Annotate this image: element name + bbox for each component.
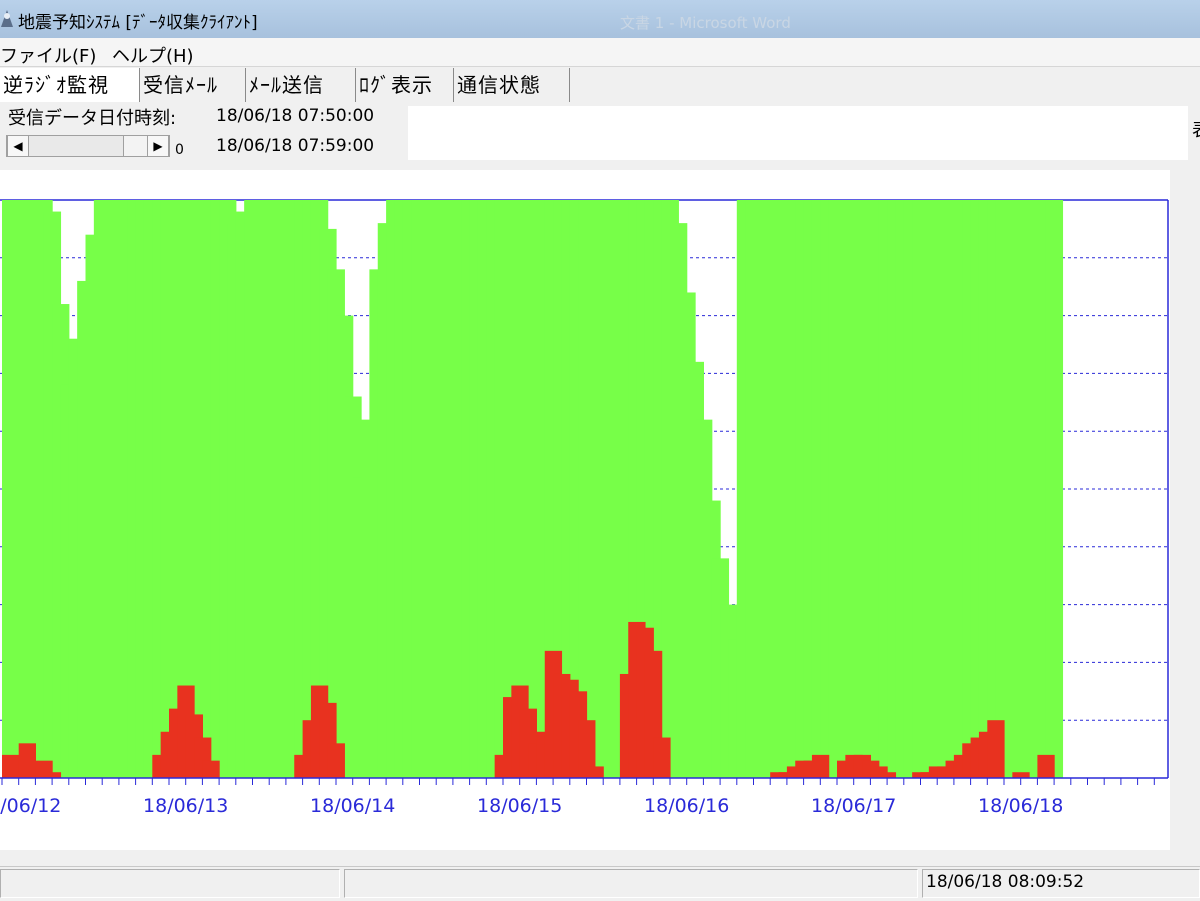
scroll-left-button[interactable]: ◀ bbox=[7, 136, 29, 156]
info-box bbox=[408, 106, 1188, 160]
scroll-thumb[interactable] bbox=[123, 136, 149, 156]
chart-panel: 18/06/12 18/06/13 18/06/14 18/06/15 18/06/16… bbox=[0, 170, 1170, 850]
edge-label: 表 bbox=[1192, 116, 1200, 142]
green-column bbox=[1045, 200, 1064, 778]
menu-file[interactable]: ファイル(F) bbox=[0, 42, 96, 68]
monitor-chart: 18/06/12 18/06/13 18/06/14 18/06/15 18/06/16… bbox=[0, 199, 1169, 817]
red-column bbox=[878, 772, 897, 778]
time-scrollbar[interactable]: ◀ ▶ bbox=[6, 135, 170, 157]
menu-help[interactable]: ヘルプ(H) bbox=[112, 42, 194, 68]
x-tick-label: 18/06/17 bbox=[811, 795, 896, 817]
tab-label: 逆ﾗｼﾞｵ監視 bbox=[3, 73, 109, 97]
red-column bbox=[653, 737, 671, 778]
tab-label: ﾒｰﾙ送信 bbox=[249, 73, 324, 97]
status-cell-2 bbox=[344, 869, 918, 898]
tab-label: 受信ﾒｰﾙ bbox=[143, 73, 218, 97]
x-tick-label: 18/06/13 bbox=[143, 795, 228, 817]
window-title: 地震予知ｼｽﾃﾑ [ﾃﾞｰﾀ収集ｸﾗｲｱﾝﾄ] bbox=[18, 13, 258, 33]
title-bar: 地震予知ｼｽﾃﾑ [ﾃﾞｰﾀ収集ｸﾗｲｱﾝﾄ] 文書 1 - Microsoft… bbox=[0, 0, 1200, 38]
tab-label: 通信状態 bbox=[457, 73, 541, 97]
status-time: 18/06/18 08:09:52 bbox=[926, 872, 1085, 892]
green-column bbox=[18, 200, 36, 778]
red-column bbox=[202, 760, 220, 778]
tab-comm-status[interactable]: 通信状態 bbox=[454, 68, 570, 102]
received-date-label: 受信データ日付時刻: bbox=[8, 108, 177, 129]
scroll-value: 0 bbox=[175, 142, 184, 158]
red-column bbox=[18, 743, 36, 778]
red-column bbox=[1037, 754, 1055, 778]
tab-received-mail[interactable]: 受信ﾒｰﾙ bbox=[140, 68, 246, 102]
red-column bbox=[327, 743, 345, 778]
background-window-title: 文書 1 - Microsoft Word bbox=[620, 14, 791, 32]
arrow-right-icon: ▶ bbox=[153, 139, 163, 153]
x-tick-label: 18/06/15 bbox=[477, 795, 562, 817]
tab-label: ﾛｸﾞ表示 bbox=[359, 73, 433, 97]
red-column bbox=[2, 754, 20, 778]
x-tick-label: 18/06/16 bbox=[644, 795, 729, 817]
arrow-left-icon: ◀ bbox=[13, 139, 23, 153]
red-column bbox=[43, 772, 62, 778]
scroll-right-button[interactable]: ▶ bbox=[147, 136, 169, 156]
date-start-value: 18/06/18 07:50:00 bbox=[216, 106, 375, 126]
tab-log-view[interactable]: ﾛｸﾞ表示 bbox=[356, 68, 454, 102]
x-tick-label: 18/06/14 bbox=[310, 795, 395, 817]
tab-reverse-radio-monitor[interactable]: 逆ﾗｼﾞｵ監視 bbox=[0, 68, 140, 104]
red-column bbox=[586, 766, 604, 778]
date-end-value: 18/06/18 07:59:00 bbox=[216, 136, 375, 156]
x-tick-label: 18/06/18 bbox=[978, 795, 1063, 817]
red-column bbox=[811, 754, 830, 778]
red-column bbox=[1012, 772, 1030, 778]
x-tick-label: 18/06/12 bbox=[0, 795, 61, 817]
menu-bar: ファイル(F) ヘルプ(H) bbox=[0, 38, 1200, 67]
red-column bbox=[987, 720, 1005, 778]
green-column bbox=[2, 200, 20, 778]
app-icon bbox=[1, 10, 13, 27]
status-cell-1 bbox=[0, 869, 340, 898]
tab-send-mail[interactable]: ﾒｰﾙ送信 bbox=[246, 68, 356, 102]
